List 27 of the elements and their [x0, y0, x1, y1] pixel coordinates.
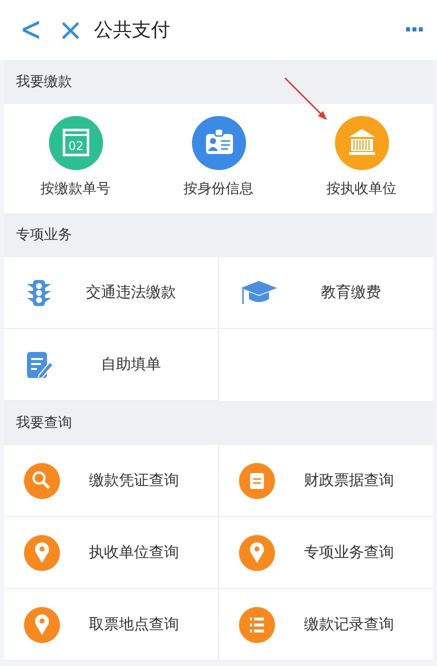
section-header: 我要查询	[4, 401, 433, 445]
more-button[interactable]: ···	[404, 18, 423, 42]
page-title: 公共支付	[94, 18, 171, 43]
menu-item[interactable]: 缴款记录查询	[218, 589, 433, 661]
notepad-icon	[238, 462, 274, 498]
menu-item[interactable]: 取票地点查询	[4, 589, 218, 661]
location-pin-icon	[238, 534, 274, 570]
location-pin-icon	[24, 534, 60, 570]
menu-item[interactable]: 缴款凭证查询	[4, 445, 218, 517]
menu-item[interactable]: 执收单位查询	[4, 517, 218, 589]
location-pin-icon	[24, 606, 60, 642]
edit-form-icon	[24, 350, 54, 380]
bank-icon	[334, 116, 388, 170]
payment-option[interactable]: 02 按缴款单号	[4, 104, 147, 213]
list-icon	[238, 606, 274, 642]
payment-option[interactable]: 按执收单位	[290, 104, 433, 213]
calendar-icon: 02	[48, 116, 102, 170]
menu-item[interactable]: 交通违法缴款	[4, 257, 218, 329]
search-icon	[24, 462, 60, 498]
id-card-icon	[192, 116, 246, 170]
menu-item[interactable]: 自助填单	[4, 329, 218, 401]
section-header: 专项业务	[4, 213, 433, 257]
menu-item[interactable]: 教育缴费	[218, 257, 433, 329]
payment-option[interactable]: 按身份信息	[147, 104, 290, 213]
menu-item[interactable]: 专项业务查询	[218, 517, 433, 589]
section-header: 我要缴款	[4, 60, 433, 104]
menu-item[interactable]: 财政票据查询	[218, 445, 433, 517]
